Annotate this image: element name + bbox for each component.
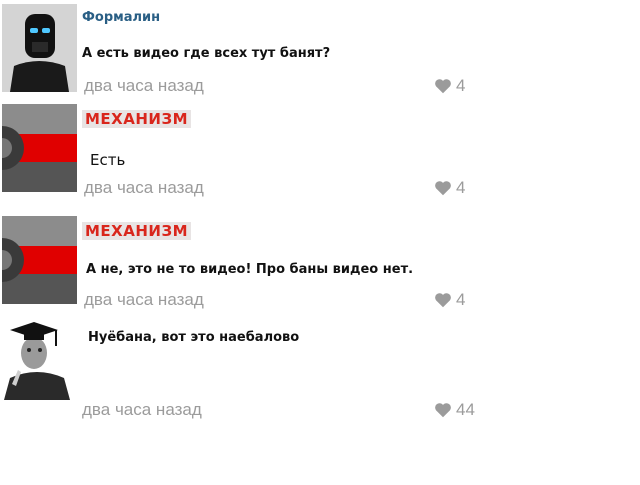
avatar-mechanism[interactable]: [2, 216, 77, 304]
like-count: 4: [456, 178, 466, 197]
comment-time: два часа назад: [82, 400, 202, 419]
comment-3: МЕХАНИЗМ А не, это не то видео! Про баны…: [0, 212, 640, 318]
comment-text: Есть: [90, 151, 126, 169]
like-count: 4: [456, 76, 466, 95]
like-button[interactable]: 4: [434, 76, 465, 96]
like-count: 44: [456, 400, 475, 419]
comment-text: А не, это не то видео! Про баны видео не…: [86, 262, 414, 277]
avatar-mechanism[interactable]: [2, 104, 77, 192]
heart-icon: [435, 79, 451, 94]
comment-text: А есть видео где всех тут банят?: [82, 46, 331, 61]
heart-icon: [435, 293, 451, 308]
comment-time: два часа назад: [84, 178, 204, 197]
like-button[interactable]: 4: [434, 178, 465, 198]
comment-time: два часа назад: [84, 290, 204, 309]
comment-2: МЕХАНИЗМ Есть два часа назад 4: [0, 100, 640, 212]
like-button[interactable]: 4: [434, 290, 465, 310]
comment-text: Нуёбана, вот это наебалово: [88, 330, 300, 345]
comment-1: Формалин А есть видео где всех тут банят…: [0, 0, 640, 100]
comment-time: два часа назад: [84, 76, 204, 95]
like-count: 4: [456, 290, 466, 309]
avatar-robot[interactable]: [2, 4, 77, 92]
heart-icon: [435, 403, 451, 418]
avatar-graduate[interactable]: [2, 320, 72, 400]
comment-author[interactable]: МЕХАНИЗМ: [82, 222, 192, 240]
comment-author[interactable]: Формалин: [82, 10, 160, 25]
comment-4: Нуёбана, вот это наебалово два часа наза…: [0, 318, 640, 428]
like-button[interactable]: 44: [434, 400, 475, 420]
heart-icon: [435, 181, 451, 196]
comment-author[interactable]: МЕХАНИЗМ: [82, 110, 192, 128]
